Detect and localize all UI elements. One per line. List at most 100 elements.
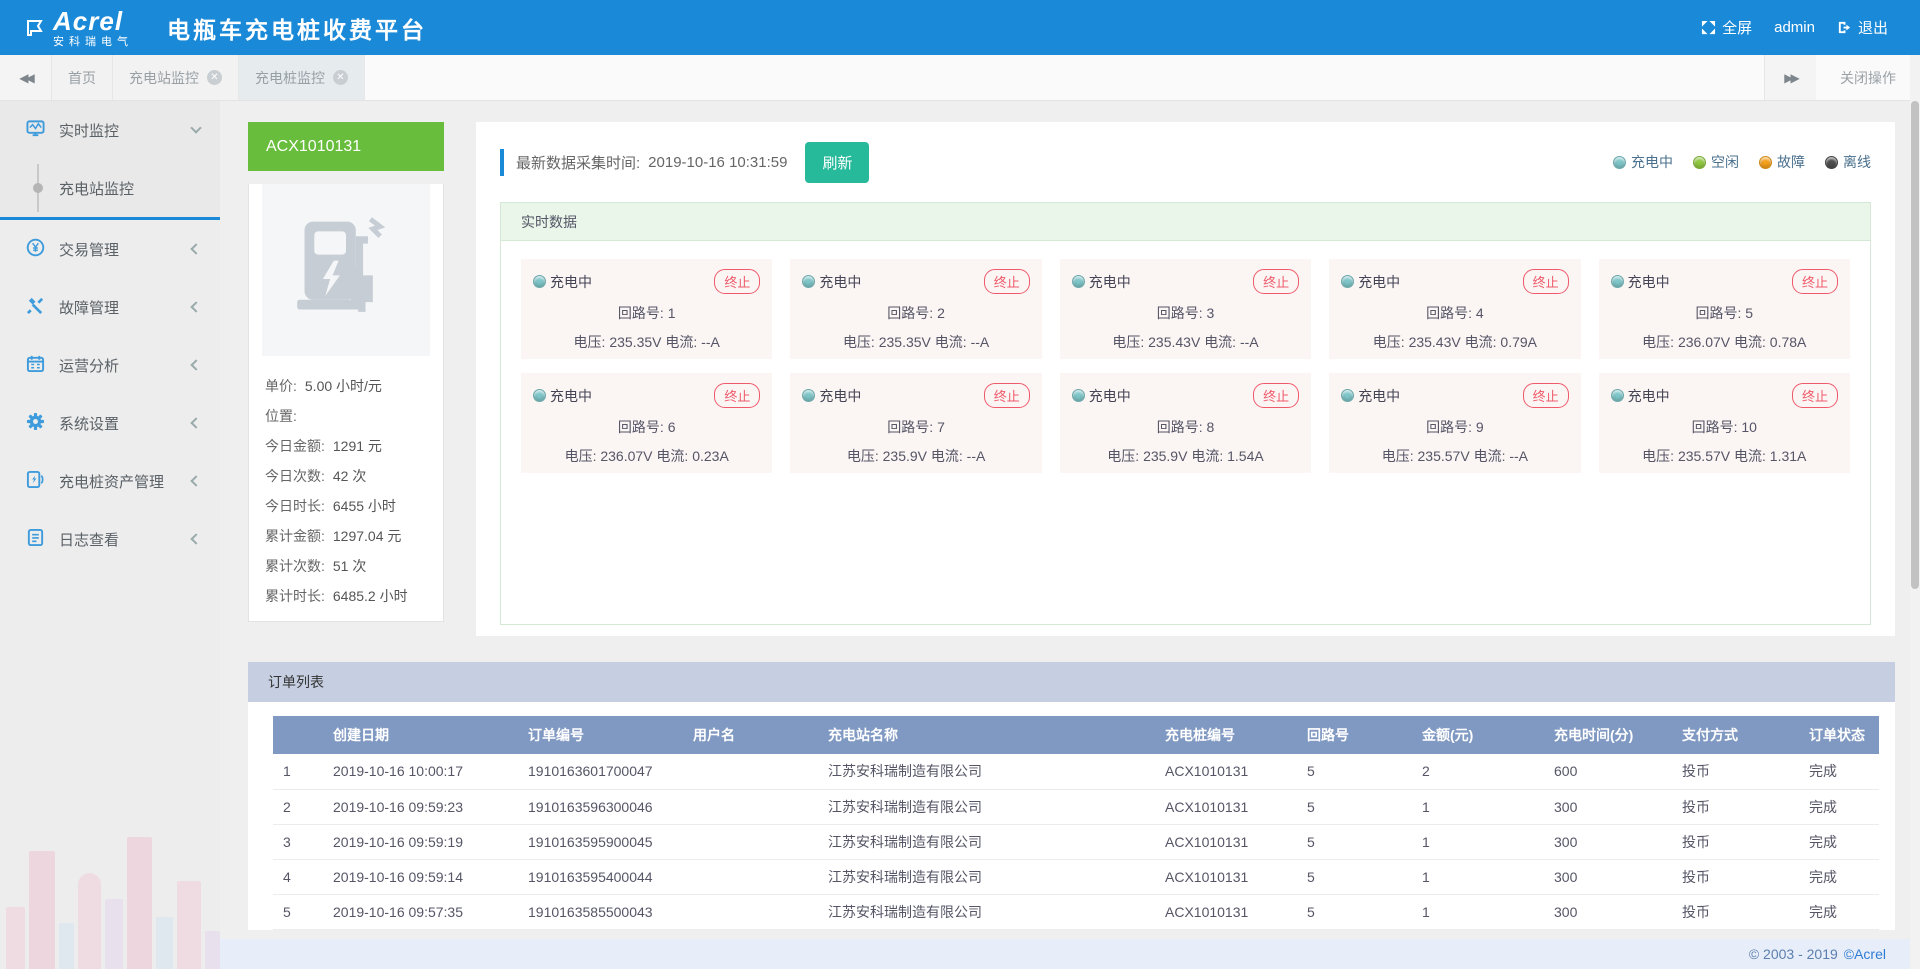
offline-status-icon: [1825, 156, 1838, 169]
circuit-number: 9: [1476, 419, 1484, 435]
col-charge-minutes: 充电时间(分): [1544, 716, 1672, 754]
close-operations-button[interactable]: 关闭操作: [1816, 55, 1920, 100]
tabs-scroll-back-button[interactable]: ◀◀: [0, 55, 52, 100]
realtime-section-title: 实时数据: [501, 203, 1870, 241]
sidebar-item-pile-assets[interactable]: 充电桩资产管理: [0, 452, 220, 510]
fullscreen-icon: [1701, 20, 1716, 35]
voltage-value: 236.07V: [600, 448, 652, 464]
tab-station-monitor[interactable]: 充电站监控 ✕: [113, 55, 239, 100]
voltage-value: 235.43V: [1148, 334, 1200, 350]
col-order-status: 订单状态: [1799, 716, 1879, 754]
fullscreen-button[interactable]: 全屏: [1695, 13, 1758, 42]
circuit-card-6: 充电中终止回路号: 6电压: 236.07V 电流: 0.23A: [521, 373, 772, 473]
circuit-number: 8: [1206, 419, 1214, 435]
stat-total-amount: 累计金额:1297.04 元: [265, 521, 427, 551]
acrel-logo: Acrel 安科瑞电气: [26, 8, 133, 48]
col-amount: 金额(元): [1412, 716, 1544, 754]
order-row: 22019-10-16 09:59:231910163596300046江苏安科…: [273, 789, 1879, 824]
charging-status-icon: [1072, 389, 1085, 402]
transaction-icon: [26, 238, 45, 261]
stat-unit-price: 单价:5.00 小时/元: [265, 371, 427, 401]
circuit-number: 6: [668, 419, 676, 435]
orders-title: 订单列表: [248, 662, 1895, 702]
timeline-dot-icon: [33, 164, 43, 212]
voltage-value: 235.35V: [609, 334, 661, 350]
current-value: --A: [1240, 334, 1259, 350]
order-row: 42019-10-16 09:59:141910163595400044江苏安科…: [273, 859, 1879, 894]
voltage-value: 235.57V: [1418, 448, 1470, 464]
terminate-button[interactable]: 终止: [984, 269, 1030, 294]
chevron-left-icon: [190, 243, 201, 254]
tabs-scroll-forward-button[interactable]: ▶▶: [1764, 55, 1816, 100]
charging-status-icon: [802, 275, 815, 288]
chevron-left-icon: [190, 533, 201, 544]
col-station-name: 充电站名称: [818, 716, 1155, 754]
sidebar-item-system-settings[interactable]: 系统设置: [0, 394, 220, 452]
tab-pile-monitor[interactable]: 充电桩监控 ✕: [239, 55, 365, 100]
orders-table: 创建日期 订单编号 用户名 充电站名称 充电桩编号 回路号 金额(元) 充电时间…: [273, 716, 1879, 930]
circuit-number: 2: [937, 305, 945, 321]
idle-status-icon: [1693, 156, 1706, 169]
col-circuit-no: 回路号: [1297, 716, 1412, 754]
orders-panel: 订单列表 创建日期 订单编号 用户名: [248, 662, 1895, 930]
charging-status-icon: [802, 389, 815, 402]
main-content: ACX1010131: [220, 101, 1920, 969]
vertical-scrollbar[interactable]: [1910, 55, 1920, 969]
sidebar-item-logs[interactable]: 日志查看: [0, 510, 220, 568]
close-tab-icon[interactable]: ✕: [207, 70, 222, 85]
page-footer: © 2003 - 2019 ©Acrel: [220, 939, 1920, 969]
sidebar-item-faults[interactable]: 故障管理: [0, 278, 220, 336]
logo-text: Acrel: [53, 8, 133, 34]
back-icon: ◀◀: [19, 71, 31, 85]
terminate-button[interactable]: 终止: [1253, 383, 1299, 408]
voltage-value: 235.57V: [1678, 448, 1730, 464]
terminate-button[interactable]: 终止: [714, 269, 760, 294]
terminate-button[interactable]: 终止: [984, 383, 1030, 408]
page-title: 电瓶车充电桩收费平台: [167, 11, 427, 45]
stat-today-amount: 今日金额:1291 元: [265, 431, 427, 461]
terminate-button[interactable]: 终止: [714, 383, 760, 408]
terminate-button[interactable]: 终止: [1253, 269, 1299, 294]
charging-status-icon: [1072, 275, 1085, 288]
collect-time-label: 最新数据采集时间:: [516, 152, 640, 173]
terminate-button[interactable]: 终止: [1792, 383, 1838, 408]
logo-subtext: 安科瑞电气: [53, 37, 133, 48]
circuit-cards-grid: 充电中终止回路号: 1电压: 235.35V 电流: --A 充电中终止回路号:…: [501, 241, 1870, 491]
sidebar-item-transactions[interactable]: 交易管理: [0, 220, 220, 278]
sidebar-item-station-monitor[interactable]: 充电站监控: [0, 159, 220, 217]
orders-table-header-row: 创建日期 订单编号 用户名 充电站名称 充电桩编号 回路号 金额(元) 充电时间…: [273, 716, 1879, 754]
asset-icon: [26, 470, 45, 493]
scrollbar-thumb[interactable]: [1911, 101, 1919, 589]
circuit-number: 1: [668, 305, 676, 321]
col-pay-method: 支付方式: [1672, 716, 1799, 754]
fault-status-icon: [1759, 156, 1772, 169]
fault-tools-icon: [26, 296, 45, 319]
log-icon: [26, 528, 45, 551]
charging-status-icon: [1611, 389, 1624, 402]
sidebar-item-operations-analysis[interactable]: 运营分析: [0, 336, 220, 394]
stat-total-count: 累计次数:51 次: [265, 551, 427, 581]
refresh-button[interactable]: 刷新: [805, 142, 869, 183]
stat-today-count: 今日次数:42 次: [265, 461, 427, 491]
terminate-button[interactable]: 终止: [1523, 383, 1569, 408]
chevron-left-icon: [190, 301, 201, 312]
current-value: --A: [967, 448, 986, 464]
tab-home[interactable]: 首页: [52, 55, 113, 100]
order-row: 52019-10-16 09:57:351910163585500043江苏安科…: [273, 894, 1879, 929]
circuit-card-10: 充电中终止回路号: 10电压: 235.57V 电流: 1.31A: [1599, 373, 1850, 473]
terminate-button[interactable]: 终止: [1523, 269, 1569, 294]
terminate-button[interactable]: 终止: [1792, 269, 1838, 294]
logout-button[interactable]: 退出: [1831, 13, 1894, 42]
chevron-down-icon: [190, 122, 201, 133]
sidebar-nav: 实时监控 充电站监控 交易管理 故障管理 运营分析: [0, 101, 220, 969]
sidebar-item-realtime-monitor[interactable]: 实时监控: [0, 101, 220, 159]
circuit-card-3: 充电中终止回路号: 3电压: 235.43V 电流: --A: [1060, 259, 1311, 359]
app-window: Acrel 安科瑞电气 电瓶车充电桩收费平台 全屏 admin 退出 ◀◀ 首页…: [0, 0, 1920, 969]
gear-icon: [26, 412, 45, 435]
close-tab-icon[interactable]: ✕: [333, 70, 348, 85]
username[interactable]: admin: [1768, 15, 1821, 40]
order-row: 32019-10-16 09:59:191910163595900045江苏安科…: [273, 824, 1879, 859]
voltage-value: 235.35V: [879, 334, 931, 350]
current-value: --A: [701, 334, 720, 350]
brand-link[interactable]: ©Acrel: [1844, 946, 1886, 962]
